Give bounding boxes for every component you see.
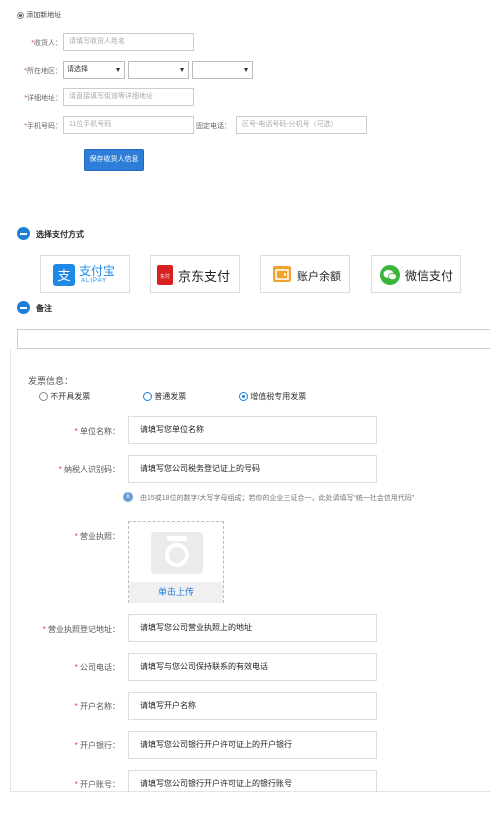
- add-new-address-label: 添加新地址: [26, 12, 62, 19]
- invoice-option-normal[interactable]: 普通发票: [143, 391, 186, 402]
- company-name-input[interactable]: 请填写您单位名称: [128, 416, 377, 444]
- payment-method-jdpay[interactable]: 东付 京东支付: [150, 255, 240, 293]
- payment-method-alipay[interactable]: 支 支付宝 ALIPAY: [40, 255, 130, 293]
- license-address-input[interactable]: 请填写您公司营业执照上的地址: [128, 614, 377, 642]
- bank-label: * 开户银行：: [74, 741, 120, 750]
- license-label: * 营业执照：: [74, 532, 120, 541]
- info-icon: i: [123, 492, 133, 502]
- invoice-option-none[interactable]: 不开具发票: [39, 391, 90, 402]
- alipay-name: 支付宝: [79, 264, 116, 278]
- upload-button[interactable]: 单击上传: [129, 582, 223, 603]
- radio-icon[interactable]: [39, 392, 48, 401]
- account-number-input[interactable]: 请填写您公司银行开户许可证上的银行账号: [128, 770, 377, 792]
- account-name-label: * 开户名称：: [74, 702, 120, 711]
- chevron-down-icon: [180, 68, 184, 72]
- tax-id-hint: 由15或18位的数字/大写字母组成；若你的企业三证合一，此处请填写“统一社会信用…: [140, 495, 415, 502]
- wallet-icon: [273, 266, 291, 282]
- tax-id-label: * 纳税人识别码：: [58, 465, 120, 474]
- svg-text:支: 支: [57, 269, 70, 284]
- city-select[interactable]: [128, 61, 189, 79]
- phone-input[interactable]: 区号-电话号码-分机号（可选）: [236, 116, 367, 134]
- receiver-input[interactable]: 请填写收货人姓名: [63, 33, 194, 51]
- wechat-name: 微信支付: [405, 269, 454, 283]
- payment-section-title: 选择支付方式: [36, 230, 84, 239]
- add-new-address-option[interactable]: 添加新地址: [17, 10, 61, 20]
- company-phone-input[interactable]: 请填写与您公司保持联系的有效电话: [128, 653, 377, 681]
- mobile-label: *手机号码：: [24, 123, 62, 130]
- svg-text:东付: 东付: [160, 273, 170, 280]
- collapse-icon[interactable]: [17, 227, 30, 240]
- account-number-label: * 开户账号：: [74, 780, 120, 789]
- company-phone-label: * 公司电话：: [74, 663, 120, 672]
- payment-method-wechat[interactable]: 微信支付: [371, 255, 461, 293]
- district-select[interactable]: [192, 61, 253, 79]
- radio-icon[interactable]: [143, 392, 152, 401]
- payment-method-balance[interactable]: 账户余额: [260, 255, 350, 293]
- balance-name: 账户余额: [297, 271, 341, 283]
- tax-id-input[interactable]: 请填写您公司税务登记证上的号码: [128, 455, 377, 483]
- invoice-option-vat[interactable]: 增值税专用发票: [239, 391, 306, 402]
- jdpay-name: 京东支付: [178, 269, 231, 284]
- save-address-button[interactable]: 保存收货人信息: [84, 149, 144, 171]
- mobile-input[interactable]: 11位手机号码: [63, 116, 194, 134]
- add-new-address-radio[interactable]: [17, 11, 24, 19]
- region-label: *所在地区：: [24, 68, 62, 75]
- wechat-icon: [380, 265, 400, 285]
- jd-pay-icon: 东付: [157, 265, 173, 285]
- receiver-label: *收货人：: [31, 40, 62, 47]
- collapse-icon[interactable]: [17, 301, 30, 314]
- invoice-title: 发票信息：: [28, 376, 74, 386]
- camera-icon: [151, 532, 203, 574]
- company-name-label: * 单位名称：: [74, 427, 120, 436]
- remarks-section-title: 备注: [36, 304, 52, 313]
- chevron-down-icon: [116, 68, 120, 72]
- detail-address-input[interactable]: 请直接填写街道等详细地址: [63, 88, 194, 106]
- chevron-down-icon: [244, 68, 248, 72]
- license-address-label: * 营业执照登记地址：: [42, 625, 120, 634]
- alipay-sub: ALIPAY: [81, 278, 108, 284]
- account-name-input[interactable]: 请填写开户名称: [128, 692, 377, 720]
- province-select[interactable]: 请选择: [63, 61, 125, 79]
- license-upload-box[interactable]: 单击上传: [128, 521, 224, 603]
- alipay-icon: 支: [53, 264, 75, 286]
- remarks-textarea[interactable]: [17, 329, 490, 349]
- detail-address-label: *详细地址：: [24, 95, 62, 102]
- bank-input[interactable]: 请填写您公司银行开户许可证上的开户银行: [128, 731, 377, 759]
- phone-label: 固定电话：: [196, 123, 231, 130]
- radio-icon[interactable]: [239, 392, 248, 401]
